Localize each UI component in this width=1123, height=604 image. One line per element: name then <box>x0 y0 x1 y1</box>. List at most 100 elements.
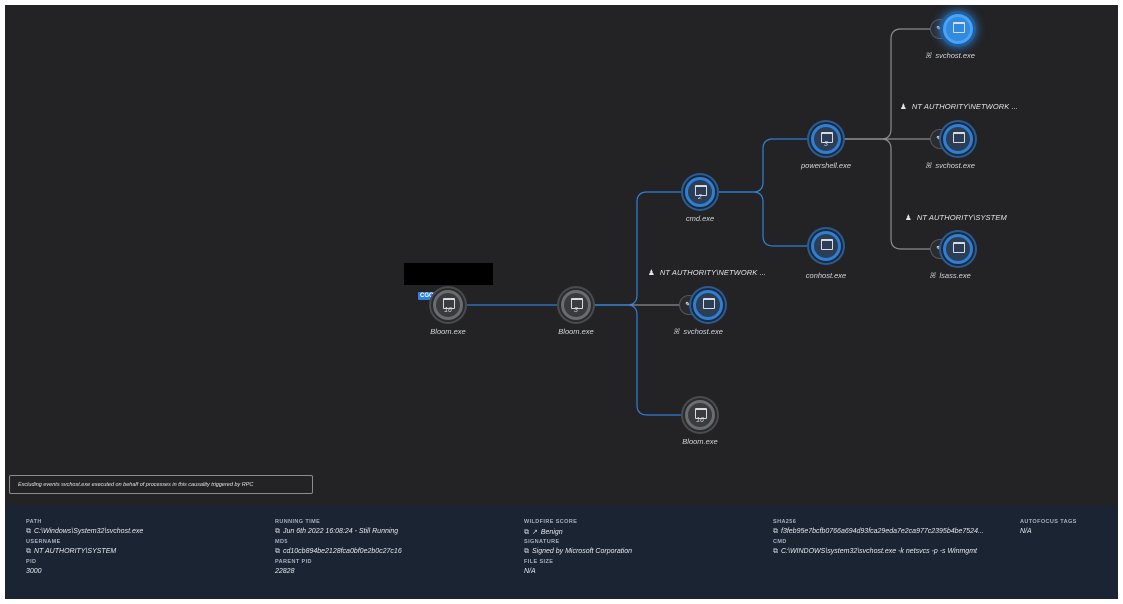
node-count: 3 <box>824 141 828 148</box>
causality-graph[interactable]: CGO 16 Bloom.exe 3 Bloom.exe 2 cmd.exe 3… <box>5 5 1118 505</box>
node-count: 16 <box>444 307 452 314</box>
field-md5: MD5 ⧉ cd10cb894be2128fca0bf0e2b0c27c16 <box>275 539 402 556</box>
field-value[interactable]: ⧉ Signed by Microsoft Corporation <box>524 548 632 556</box>
redacted-block <box>404 263 493 285</box>
copy-icon[interactable]: ⧉ <box>26 548 31 555</box>
copy-icon[interactable]: ⧉ <box>275 548 280 555</box>
node-label: Bloom.exe <box>558 327 594 336</box>
field-label: PATH <box>26 519 42 525</box>
pid-value: 3000 <box>26 568 42 575</box>
field-path: PATH ⧉ C:\Windows\System32\svchost.exe <box>26 519 143 536</box>
node-label: ꕤ svchost.exe <box>673 327 723 337</box>
field-value[interactable]: ⧉ f3feb95e7bcfb0766a694d93fca29eda7e2ca97… <box>773 528 984 536</box>
node-name: svchost.exe <box>683 327 723 336</box>
field-label: AUTOFOCUS TAGS <box>1020 519 1077 525</box>
edge-cmd-to-conhost <box>715 191 821 247</box>
window-icon <box>821 239 833 250</box>
node-svchost-mid[interactable] <box>693 290 723 320</box>
field-label: PARENT PID <box>275 559 312 565</box>
window-icon <box>953 242 965 253</box>
field-autofocus-tags: AUTOFOCUS TAGS N/A <box>1020 519 1077 535</box>
node-bloom-bottom[interactable]: 16 <box>685 400 715 430</box>
node-svchost-top-selected[interactable] <box>943 14 973 44</box>
copy-icon[interactable]: ⧉ <box>773 528 778 535</box>
node-label: Bloom.exe <box>430 327 466 336</box>
field-pid: PID 3000 <box>26 559 42 575</box>
user-name: NT AUTHORITY\NETWORK ... <box>659 268 767 277</box>
copy-icon[interactable]: ⧉ <box>26 528 31 535</box>
node-lsass[interactable] <box>943 234 973 264</box>
field-label: USERNAME <box>26 539 61 545</box>
md5-value: cd10cb894be2128fca0bf0e2b0c27c16 <box>283 548 402 555</box>
node-label: ꕤ svchost.exe <box>925 51 975 61</box>
node-label: cmd.exe <box>685 214 715 223</box>
user-name: NT AUTHORITY\SYSTEM <box>916 213 1007 222</box>
node-svchost-right[interactable] <box>943 124 973 154</box>
rpc-glyph: ꕤ <box>673 327 680 336</box>
external-link-icon[interactable]: ↗ <box>532 529 538 536</box>
node-count: 16 <box>696 417 704 424</box>
node-label: conhost.exe <box>805 271 847 280</box>
field-value[interactable]: ⧉ cd10cb894be2128fca0bf0e2b0c27c16 <box>275 548 402 556</box>
field-label: WILDFIRE SCORE <box>524 519 578 525</box>
node-label: ꕤ svchost.exe <box>925 161 975 171</box>
parent-pid-value: 22828 <box>275 568 295 575</box>
node-bloom-root[interactable]: 16 <box>433 290 463 320</box>
rpc-glyph: ꕤ <box>925 51 932 60</box>
field-value[interactable]: ⧉ NT AUTHORITY\SYSTEM <box>26 548 116 556</box>
window-icon <box>953 22 965 33</box>
node-count: 3 <box>574 307 578 314</box>
node-name: svchost.exe <box>935 51 975 60</box>
node-powershell[interactable]: 3 <box>811 124 841 154</box>
node-bloom-mid[interactable]: 3 <box>561 290 591 320</box>
node-name: svchost.exe <box>935 161 975 170</box>
field-sha256: SHA256 ⧉ f3feb95e7bcfb0766a694d93fca29eda… <box>773 519 984 536</box>
field-cmd: CMD ⧉ C:\WINDOWS\system32\svchost.exe -k … <box>773 539 977 556</box>
field-label: RUNNING TIME <box>275 519 321 525</box>
field-label: CMD <box>773 539 787 545</box>
field-value[interactable]: ⧉ C:\WINDOWS\system32\svchost.exe -k nets… <box>773 548 977 556</box>
copy-icon[interactable]: ⧉ <box>524 529 529 536</box>
field-file-size: FILE SIZE N/A <box>524 559 553 575</box>
copy-icon[interactable]: ⧉ <box>275 528 280 535</box>
copy-icon[interactable]: ⧉ <box>524 548 529 555</box>
autofocus-value: N/A <box>1020 528 1032 535</box>
field-running-time: RUNNING TIME ⧉ Jun 6th 2022 16:08:24 - St… <box>275 519 398 536</box>
field-label: SIGNATURE <box>524 539 560 545</box>
user-icon: ♟ <box>905 213 912 222</box>
user-label: ♟ NT AUTHORITY\SYSTEM <box>905 213 1007 222</box>
field-value[interactable]: ⧉ ↗ Benign <box>524 528 577 537</box>
node-name: lsass.exe <box>939 271 971 280</box>
signature-value: Signed by Microsoft Corporation <box>532 548 632 555</box>
node-conhost[interactable] <box>811 231 841 261</box>
sha256-value: f3feb95e7bcfb0766a694d93fca29eda7e2ca977… <box>781 528 984 535</box>
node-label: powershell.exe <box>800 161 852 170</box>
edge-powershell-to-svchost-top <box>841 28 943 140</box>
rpc-glyph: ꕤ <box>929 271 936 280</box>
user-icon: ♟ <box>900 102 907 111</box>
window-icon <box>703 298 715 309</box>
node-cmd[interactable]: 2 <box>685 177 715 207</box>
field-label: FILE SIZE <box>524 559 554 565</box>
path-value: C:\Windows\System32\svchost.exe <box>34 528 144 535</box>
edge-powershell-to-lsass <box>841 138 943 250</box>
field-value[interactable]: ⧉ Jun 6th 2022 16:08:24 - Still Running <box>275 528 398 536</box>
edge-bloom-to-bloom-bottom <box>591 304 695 416</box>
user-name: NT AUTHORITY\NETWORK ... <box>911 102 1019 111</box>
wildfire-value: Benign <box>540 529 563 536</box>
user-label: ♟ NT AUTHORITY\NETWORK ... <box>648 268 766 277</box>
rpc-glyph: ꕤ <box>925 161 932 170</box>
rpc-exclusion-note: Excluding events svchost.exe executed on… <box>9 475 313 494</box>
window-icon <box>953 132 965 143</box>
field-parent-pid: PARENT PID 22828 <box>275 559 312 575</box>
field-wildfire-score: WILDFIRE SCORE ⧉ ↗ Benign <box>524 519 577 537</box>
field-label: SHA256 <box>773 519 797 525</box>
node-label: ꕤ lsass.exe <box>929 271 971 281</box>
causality-view: CGO 16 Bloom.exe 3 Bloom.exe 2 cmd.exe 3… <box>5 5 1118 599</box>
copy-icon[interactable]: ⧉ <box>773 548 778 555</box>
field-value[interactable]: ⧉ C:\Windows\System32\svchost.exe <box>26 528 143 536</box>
node-label: Bloom.exe <box>682 437 718 446</box>
field-signature: SIGNATURE ⧉ Signed by Microsoft Corporati… <box>524 539 632 556</box>
field-label: MD5 <box>275 539 288 545</box>
cmd-value: C:\WINDOWS\system32\svchost.exe -k netsv… <box>781 548 977 555</box>
